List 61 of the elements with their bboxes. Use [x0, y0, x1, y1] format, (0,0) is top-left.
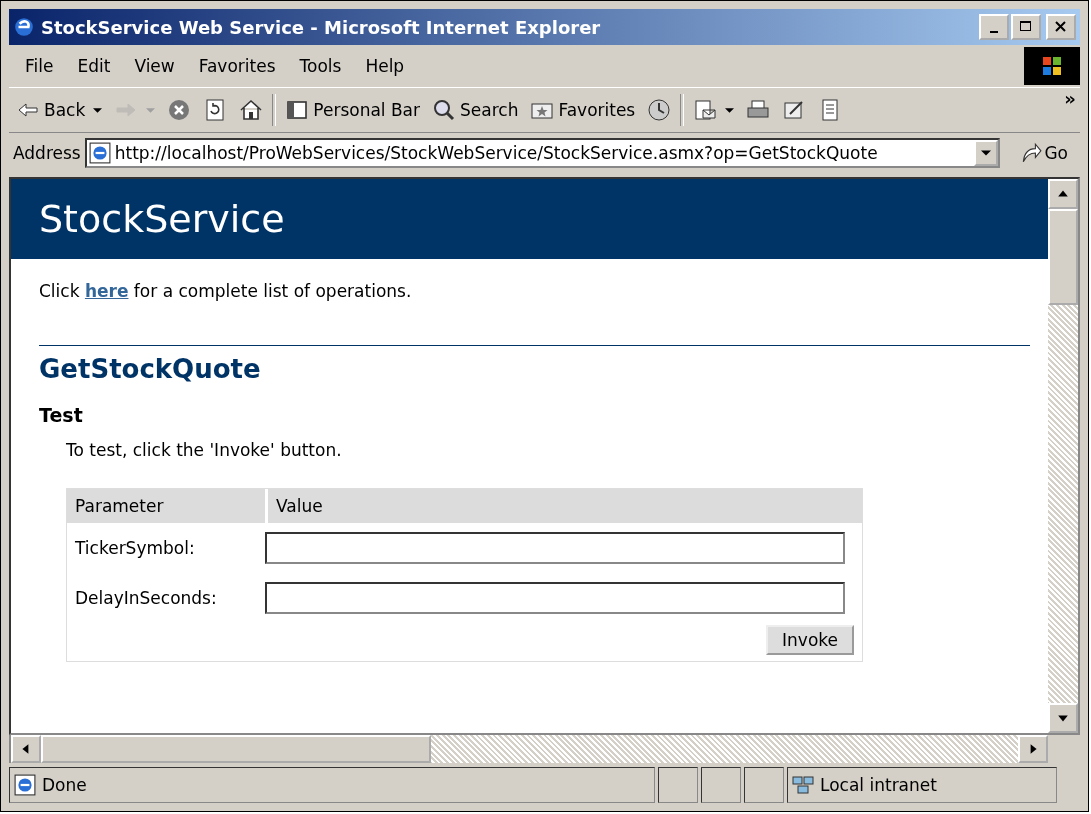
- section-heading: Test: [39, 404, 84, 426]
- caret-icon: [93, 105, 103, 115]
- page-icon: [14, 774, 36, 796]
- parameter-label: TickerSymbol:: [74, 538, 196, 558]
- page-heading: StockService: [39, 197, 285, 241]
- address-label: Address: [13, 143, 81, 163]
- scrollbar-thumb[interactable]: [1048, 209, 1078, 305]
- intro-text: for a complete list of operations.: [132, 281, 412, 301]
- column-header: Parameter: [67, 489, 268, 523]
- scroll-right-button[interactable]: [1018, 735, 1048, 763]
- address-field[interactable]: http://localhost/ProWebServices/StockWebService/StockService.asmx?op=GetStockQuote: [84, 138, 1001, 168]
- status-pane: [744, 767, 784, 803]
- scroll-left-button[interactable]: [11, 735, 41, 763]
- browser-icon: [13, 16, 35, 38]
- favorites-button[interactable]: Favorites: [527, 96, 639, 124]
- invoke-button[interactable]: Invoke: [766, 625, 854, 655]
- operation-heading: GetStockQuote: [39, 354, 262, 384]
- page-icon: [88, 142, 111, 164]
- scroll-up-button[interactable]: [1048, 179, 1078, 209]
- menu-item[interactable]: Favorites: [186, 52, 288, 80]
- status-pane: [701, 767, 741, 803]
- menu-item[interactable]: File: [13, 52, 66, 80]
- mail-icon: [693, 98, 718, 122]
- search-icon: [432, 98, 457, 122]
- maximize-button[interactable]: [1011, 14, 1041, 40]
- overflow-chevron[interactable]: »: [1064, 88, 1080, 109]
- search-button[interactable]: Search: [429, 96, 522, 124]
- panel-icon: [285, 98, 310, 122]
- minimize-button[interactable]: [979, 14, 1009, 40]
- menu-item[interactable]: View: [122, 52, 187, 80]
- status-pane: [658, 767, 698, 803]
- intro-text: Click: [39, 281, 81, 301]
- home-icon: [239, 98, 264, 122]
- caret-icon: [146, 105, 156, 115]
- status-text: Done: [42, 775, 87, 795]
- network-icon: [792, 774, 814, 796]
- close-button[interactable]: [1046, 14, 1076, 40]
- parameter-label: DelayInSeconds:: [74, 588, 218, 608]
- operations-link[interactable]: here: [84, 281, 129, 301]
- personal-button[interactable]: Personal Bar: [282, 96, 424, 124]
- input-field[interactable]: [265, 582, 845, 614]
- go-button[interactable]: Go: [1004, 142, 1080, 164]
- stop-icon: [167, 98, 192, 122]
- dropdown-button[interactable]: [974, 140, 999, 166]
- menu-item[interactable]: Tools: [287, 52, 354, 80]
- clock-icon: [647, 98, 672, 122]
- menu-item[interactable]: Edit: [65, 52, 123, 80]
- column-header: Value: [275, 496, 323, 516]
- scroll-down-button[interactable]: [1048, 703, 1078, 733]
- caret-icon: [981, 148, 992, 158]
- menu-item[interactable]: Help: [353, 52, 417, 80]
- caret-icon: [725, 105, 735, 115]
- zone-text: Local intranet: [820, 775, 937, 795]
- scrollbar-thumb[interactable]: [41, 735, 431, 763]
- curved-arrow-icon: [1020, 142, 1043, 164]
- flag-logo-icon: [1024, 47, 1080, 85]
- input-field[interactable]: [265, 532, 845, 564]
- window-title: StockService Web Service - Microsoft Internet Explorer: [41, 16, 602, 38]
- instruction-text: To test, click the 'Invoke' button.: [66, 440, 343, 460]
- back-button[interactable]: Back: [13, 96, 106, 124]
- minimize-icon: [990, 31, 998, 33]
